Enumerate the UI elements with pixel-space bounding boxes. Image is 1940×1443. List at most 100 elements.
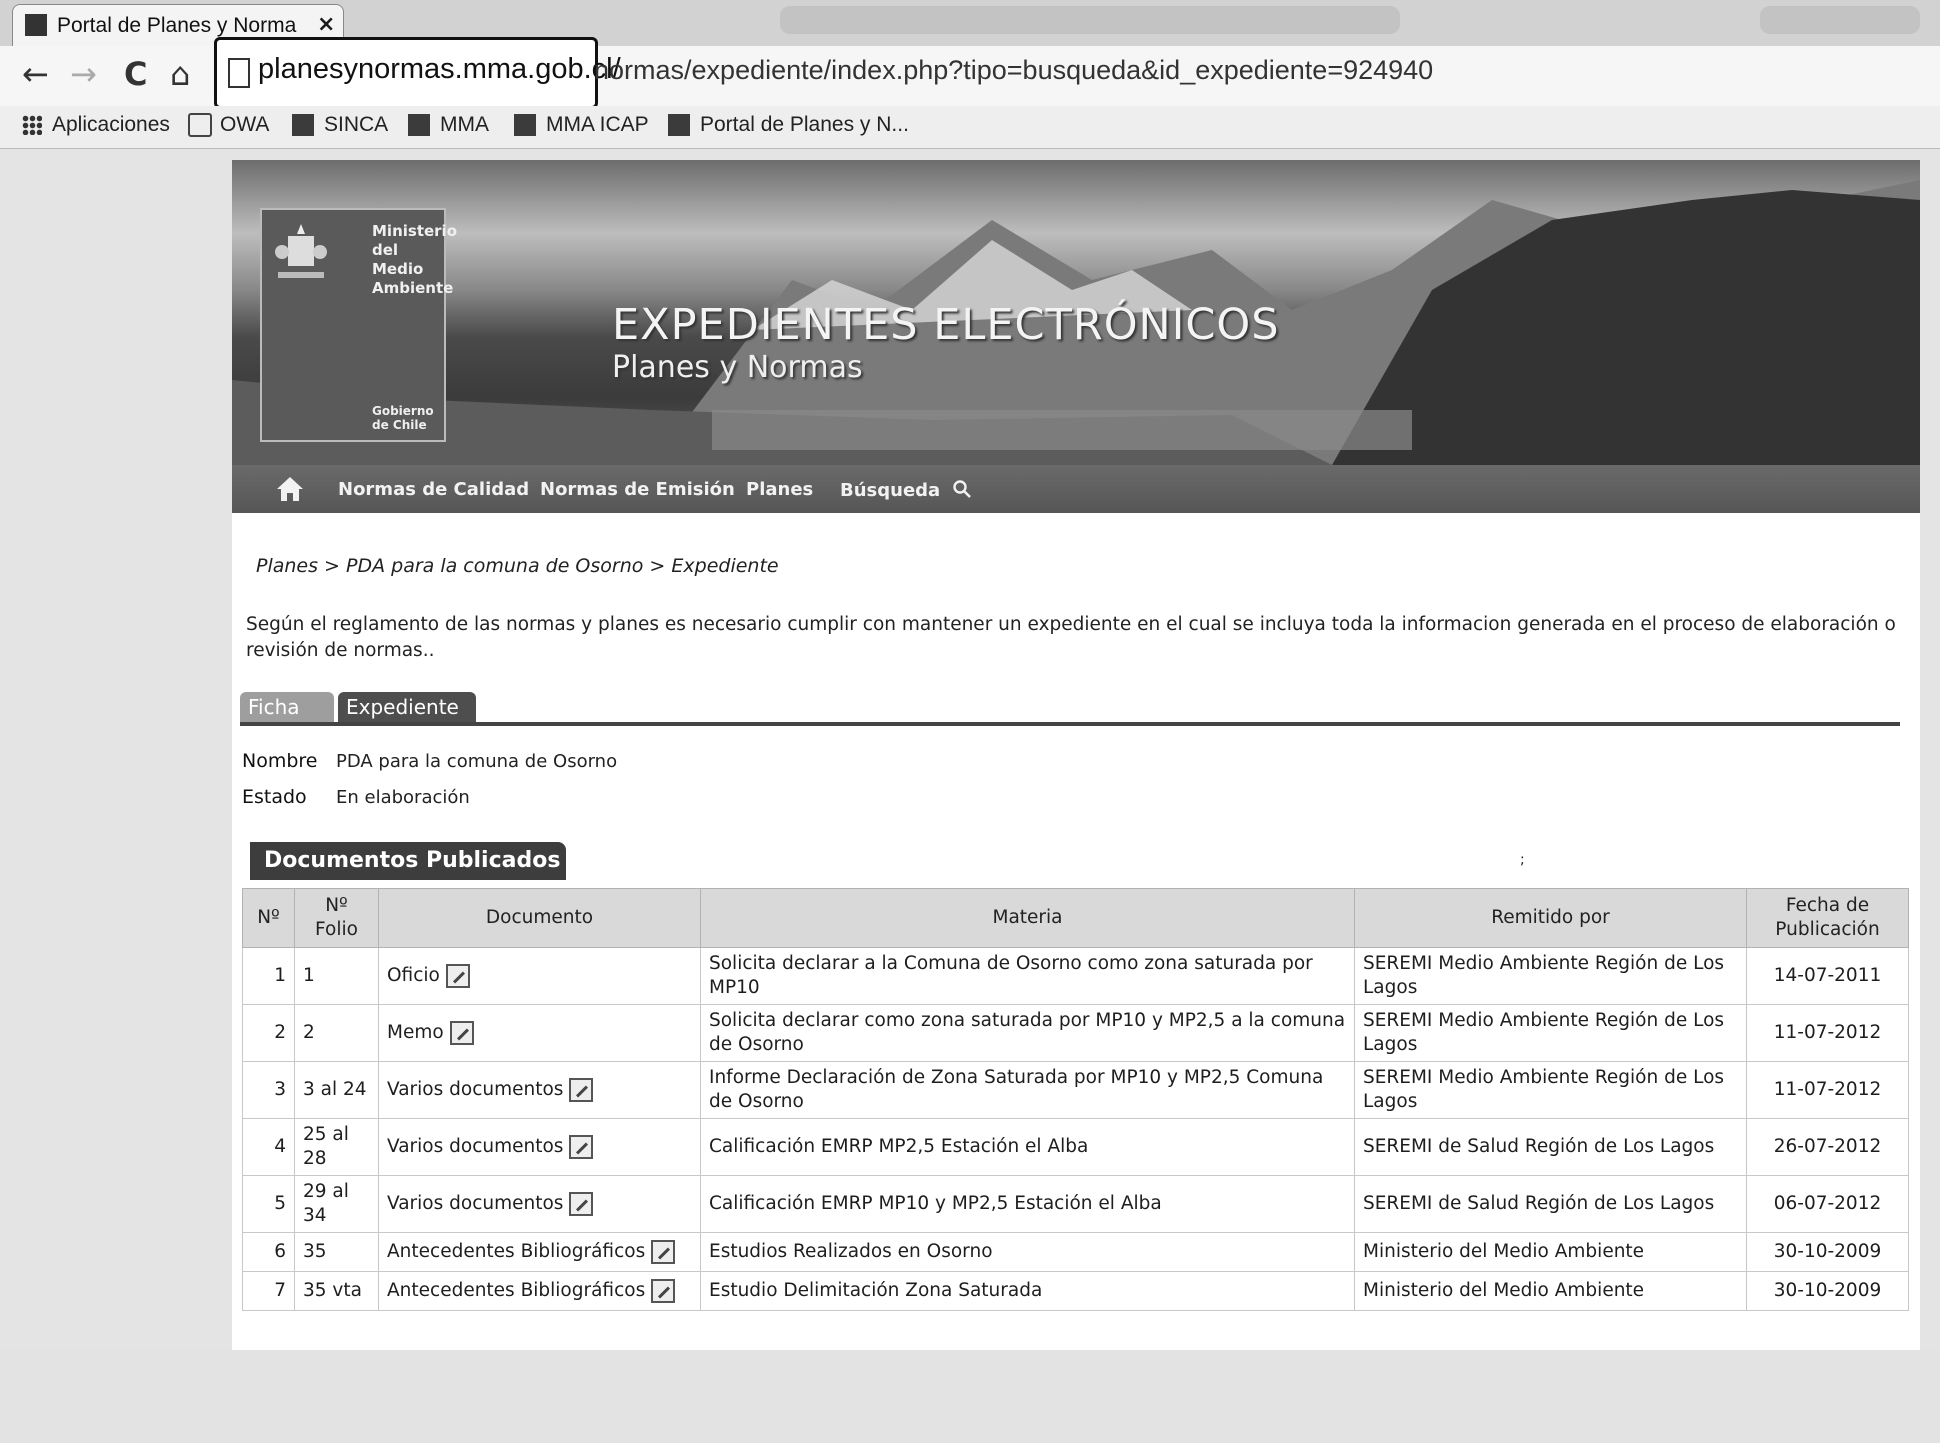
col-header-materia: Materia: [700, 888, 1355, 948]
bookmark-mma-icap[interactable]: MMA ICAP: [514, 108, 649, 142]
documents-table: Nº Nº Folio Documento Materia Remitido p…: [242, 888, 1909, 1311]
url-path[interactable]: normas/expediente/index.php?tipo=busqued…: [594, 55, 1433, 86]
field-value-nombre: PDA para la comuna de Osorno: [336, 751, 618, 772]
tab-expediente[interactable]: Expediente: [338, 692, 476, 722]
cell-folio: 35 vta: [294, 1271, 379, 1311]
cell-folio: 1: [294, 947, 379, 1005]
document-edit-icon[interactable]: [651, 1240, 676, 1264]
browser-chrome: Portal de Planes y Norma: × ← → C ⌂ plan…: [0, 0, 1940, 149]
cell-materia: Solicita declarar a la Comuna de Osorno …: [700, 947, 1355, 1005]
cell-folio: 29 al 34: [294, 1175, 379, 1233]
cell-n: 2: [242, 1004, 295, 1062]
col-header-folio: Nº Folio: [294, 888, 379, 948]
col-header-documento: Documento: [378, 888, 701, 948]
tab-ficha[interactable]: Ficha: [240, 692, 334, 722]
owa-icon: [188, 113, 212, 138]
cell-n: 1: [242, 947, 295, 1005]
document-edit-icon[interactable]: [569, 1078, 594, 1102]
cell-n: 4: [242, 1118, 295, 1176]
bookmark-portal[interactable]: Portal de Planes y N...: [668, 108, 909, 142]
cell-fecha: 11-07-2012: [1746, 1004, 1909, 1062]
col-header-remitido: Remitido por: [1354, 888, 1747, 948]
banner-title: EXPEDIENTES ELECTRÓNICOS: [612, 300, 1280, 350]
field-value-estado: En elaboración: [336, 787, 470, 808]
cell-fecha: 30-10-2009: [1746, 1271, 1909, 1311]
cell-remitido: Ministerio del Medio Ambiente: [1354, 1271, 1747, 1311]
cell-materia: Calificación EMRP MP2,5 Estación el Alba: [700, 1118, 1355, 1176]
apps-grid-icon: [22, 115, 42, 136]
cell-folio: 35: [294, 1232, 379, 1272]
cell-fecha: 11-07-2012: [1746, 1061, 1909, 1119]
cell-remitido: Ministerio del Medio Ambiente: [1354, 1232, 1747, 1272]
cell-remitido: SEREMI Medio Ambiente Región de Los Lago…: [1354, 1004, 1747, 1062]
table-row: 4 25 al 28 Varios documentos Calificació…: [242, 1118, 1909, 1176]
cell-folio: 2: [294, 1004, 379, 1062]
home-icon[interactable]: [276, 475, 304, 503]
bookmark-sinca[interactable]: SINCA: [292, 108, 388, 142]
search-icon: [953, 480, 972, 498]
cell-folio: 3 al 24: [294, 1061, 379, 1119]
cell-documento[interactable]: Antecedentes Bibliográficos: [378, 1232, 701, 1272]
cell-fecha: 14-07-2011: [1746, 947, 1909, 1005]
col-header-n: Nº: [242, 888, 295, 948]
table-row: 7 35 vta Antecedentes Bibliográficos Est…: [242, 1271, 1909, 1311]
documents-heading: Documentos Publicados: [250, 842, 566, 880]
table-header-row: Nº Nº Folio Documento Materia Remitido p…: [242, 888, 1909, 948]
favicon-icon: [25, 14, 47, 36]
field-label-estado: Estado: [242, 786, 307, 808]
folder-icon: [514, 114, 536, 137]
breadcrumb[interactable]: Planes > PDA para la comuna de Osorno > …: [256, 555, 779, 577]
menu-planes[interactable]: Planes: [746, 479, 813, 500]
table-row: 5 29 al 34 Varios documentos Calificació…: [242, 1175, 1909, 1233]
url-host[interactable]: planesynormas.mma.gob.cl/: [258, 53, 621, 86]
cell-remitido: SEREMI Medio Ambiente Región de Los Lago…: [1354, 947, 1747, 1005]
bookmark-apps[interactable]: Aplicaciones: [22, 108, 170, 142]
table-row: 6 35 Antecedentes Bibliográficos Estudio…: [242, 1232, 1909, 1272]
cell-materia: Estudios Realizados en Osorno: [700, 1232, 1355, 1272]
folder-icon: [408, 114, 430, 137]
cell-documento[interactable]: Varios documentos: [378, 1175, 701, 1233]
tab-close-icon[interactable]: ×: [317, 12, 335, 37]
reload-icon[interactable]: C: [124, 54, 147, 94]
cell-fecha: 30-10-2009: [1746, 1232, 1909, 1272]
ministry-logo[interactable]: Ministerio del Medio Ambiente Gobierno d…: [260, 208, 457, 442]
page-background: [0, 1350, 1940, 1443]
cell-n: 6: [242, 1232, 295, 1272]
cell-materia: Calificación EMRP MP10 y MP2,5 Estación …: [700, 1175, 1355, 1233]
cell-documento[interactable]: Varios documentos: [378, 1118, 701, 1176]
ministry-name: Ministerio del Medio Ambiente: [372, 222, 458, 297]
cell-n: 5: [242, 1175, 295, 1233]
cell-documento[interactable]: Memo: [378, 1004, 701, 1062]
document-edit-icon[interactable]: [651, 1279, 676, 1303]
cell-n: 7: [242, 1271, 295, 1311]
banner-subtitle: Planes y Normas: [612, 350, 863, 385]
cell-fecha: 06-07-2012: [1746, 1175, 1909, 1233]
cell-documento[interactable]: Oficio: [378, 947, 701, 1005]
cell-materia: Estudio Delimitación Zona Saturada: [700, 1271, 1355, 1311]
menu-normas-emision[interactable]: Normas de Emisión: [540, 479, 735, 500]
cell-n: 3: [242, 1061, 295, 1119]
menu-normas-calidad[interactable]: Normas de Calidad: [338, 479, 529, 500]
cell-documento[interactable]: Antecedentes Bibliográficos: [378, 1271, 701, 1311]
cell-materia: Solicita declarar como zona saturada por…: [700, 1004, 1355, 1062]
stray-mark: ;: [1520, 852, 1525, 868]
cell-fecha: 26-07-2012: [1746, 1118, 1909, 1176]
government-label: Gobierno de Chile: [372, 404, 434, 432]
tab-title: Portal de Planes y Norma:: [57, 14, 297, 37]
forward-icon[interactable]: →: [70, 54, 97, 94]
cell-documento[interactable]: Varios documentos: [378, 1061, 701, 1119]
back-icon[interactable]: ←: [22, 54, 49, 94]
document-edit-icon[interactable]: [445, 964, 470, 988]
home-icon[interactable]: ⌂: [170, 54, 190, 94]
table-row: 2 2 Memo Solicita declarar como zona sat…: [242, 1004, 1909, 1062]
bookmark-mma[interactable]: MMA: [408, 108, 489, 142]
menu-busqueda[interactable]: Búsqueda: [840, 479, 972, 501]
col-header-fecha: Fecha de Publicación: [1746, 888, 1909, 948]
document-edit-icon[interactable]: [569, 1135, 594, 1159]
bookmarks-bar: Aplicaciones OWA SINCA MMA MMA ICAP Port…: [0, 106, 1940, 149]
document-edit-icon[interactable]: [449, 1021, 474, 1045]
document-edit-icon[interactable]: [569, 1192, 594, 1216]
blurred-tab: [1760, 6, 1920, 34]
cell-materia: Informe Declaración de Zona Saturada por…: [700, 1061, 1355, 1119]
bookmark-owa[interactable]: OWA: [188, 108, 269, 142]
